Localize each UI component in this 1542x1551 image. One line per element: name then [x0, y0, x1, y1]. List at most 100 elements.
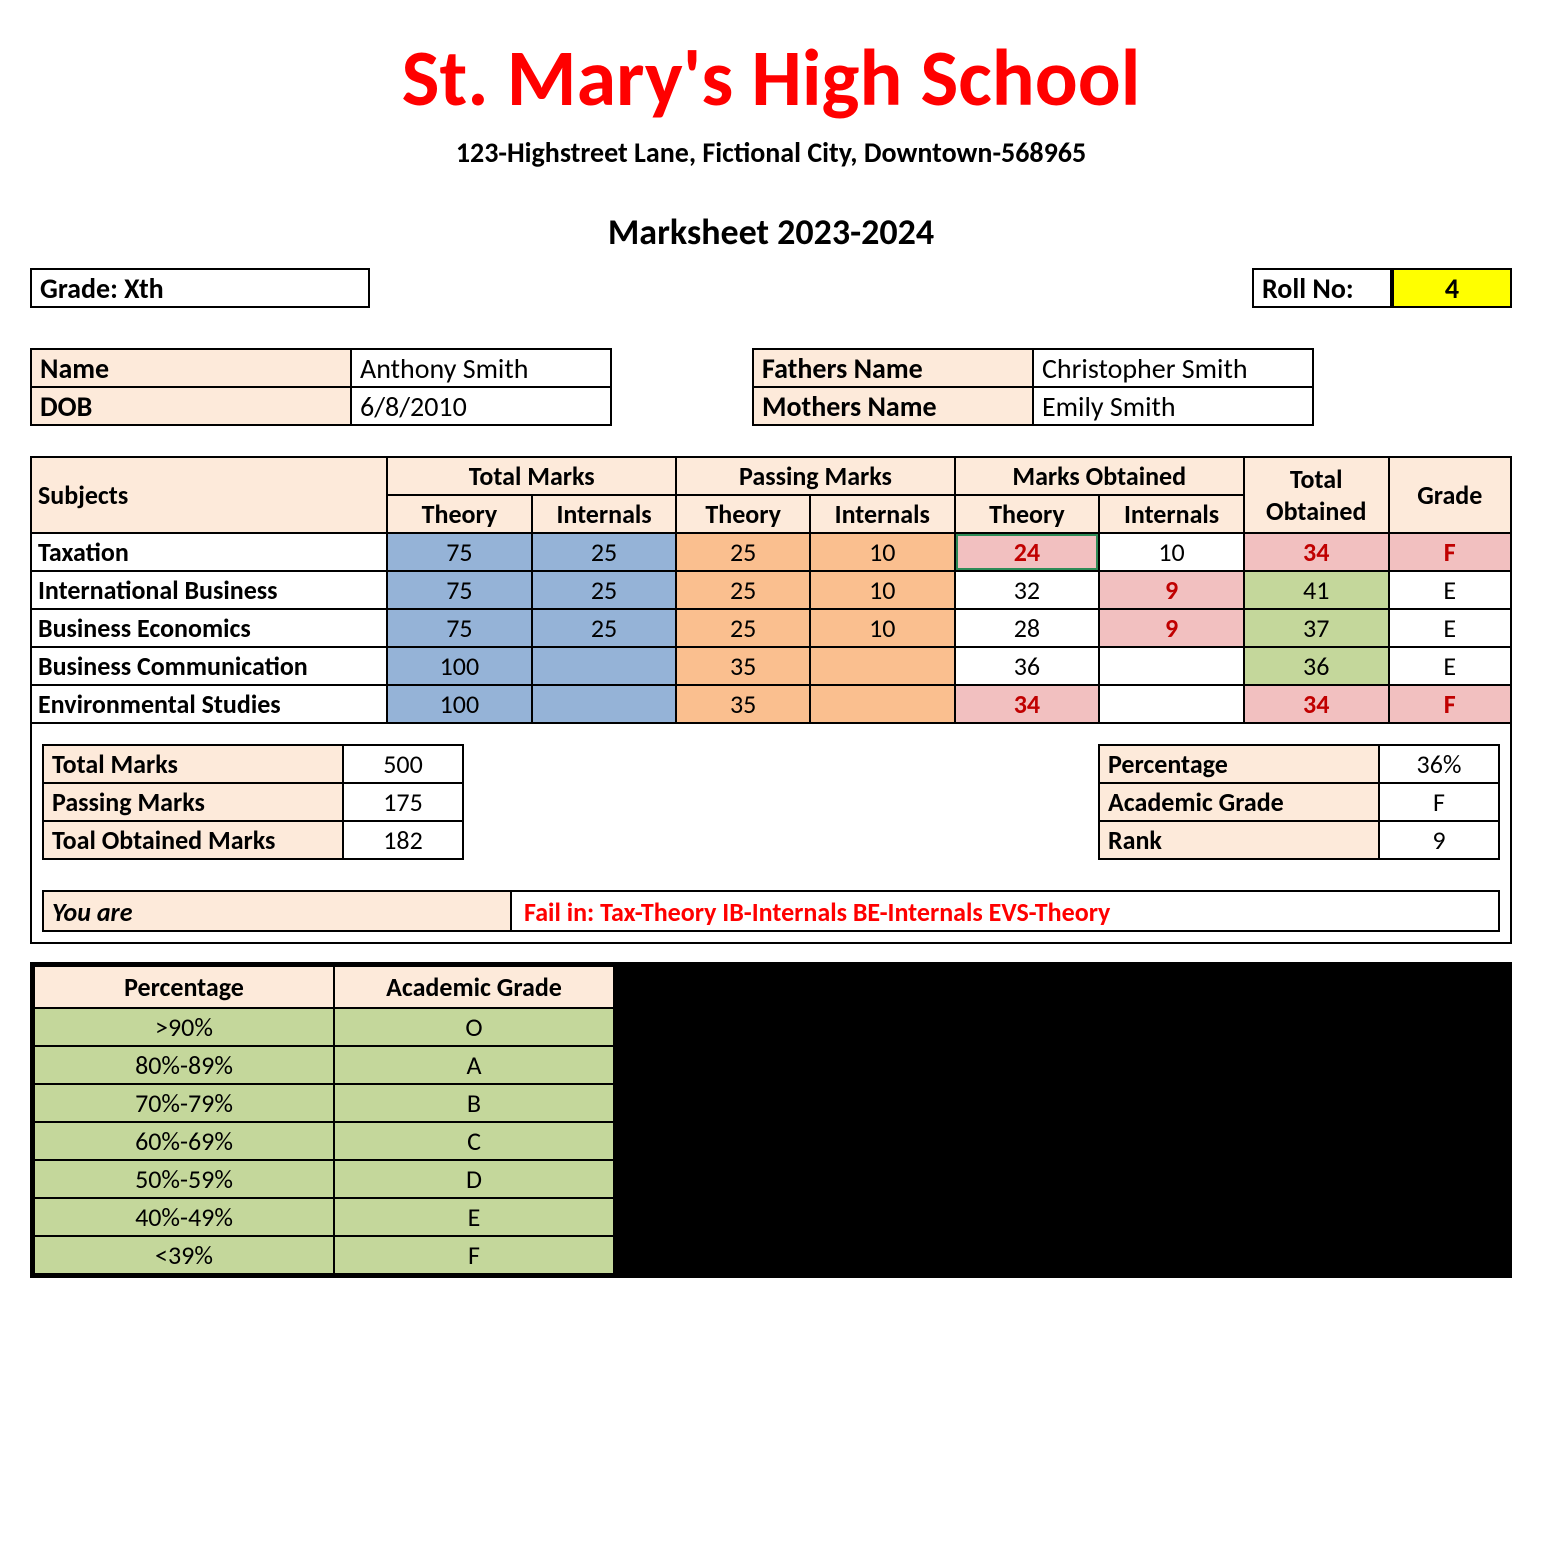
table-row: Environmental Studies100353434F	[31, 685, 1511, 723]
grade: F	[1389, 685, 1511, 723]
grade-legend-table: Percentage Academic Grade >90%O80%-89%A7…	[33, 965, 615, 1275]
col-passing-marks: Passing Marks	[676, 457, 954, 495]
passing-marks-value: 175	[343, 783, 463, 821]
mo-internals: 9	[1099, 571, 1244, 609]
legend-row: 40%-49%E	[34, 1198, 614, 1236]
pm-internals	[810, 685, 955, 723]
percentage-label: Percentage	[1099, 745, 1379, 783]
legend-pct: >90%	[34, 1008, 334, 1046]
roll-label: Roll No:	[1252, 268, 1392, 308]
table-row: Business Communication100353636E	[31, 647, 1511, 685]
table-row: Taxation75252510241034F	[31, 533, 1511, 571]
total-obtained: 36	[1244, 647, 1389, 685]
legend-col-percentage: Percentage	[34, 966, 334, 1008]
mo-internals: 10	[1099, 533, 1244, 571]
mo-theory: 34	[955, 685, 1100, 723]
total-marks-value: 500	[343, 745, 463, 783]
roll-box: Roll No: 4	[1252, 268, 1512, 308]
tm-theory: 100	[387, 647, 532, 685]
table-row: International Business7525251032941E	[31, 571, 1511, 609]
legend-pct: 70%-79%	[34, 1084, 334, 1122]
pm-theory: 25	[676, 533, 810, 571]
father-label: Fathers Name	[753, 349, 1033, 387]
rank-value: 9	[1379, 821, 1499, 859]
col-mo-theory: Theory	[955, 495, 1100, 533]
mo-internals	[1099, 685, 1244, 723]
legend-row: <39%F	[34, 1236, 614, 1274]
legend-pct: 80%-89%	[34, 1046, 334, 1084]
pm-internals: 10	[810, 533, 955, 571]
mother-value: Emily Smith	[1033, 387, 1313, 425]
tm-internals: 25	[532, 571, 677, 609]
mo-internals: 9	[1099, 609, 1244, 647]
total-obtained: 34	[1244, 685, 1389, 723]
mother-label: Mothers Name	[753, 387, 1033, 425]
marksheet-title: Marksheet 2023-2024	[30, 210, 1512, 254]
pm-internals: 10	[810, 609, 955, 647]
tm-theory: 75	[387, 571, 532, 609]
student-info-right: Fathers Name Christopher Smith Mothers N…	[752, 348, 1314, 426]
legend-row: >90%O	[34, 1008, 614, 1046]
pm-internals	[810, 647, 955, 685]
dob-value: 6/8/2010	[351, 387, 611, 425]
legend-row: 70%-79%B	[34, 1084, 614, 1122]
obtained-value: 182	[343, 821, 463, 859]
mo-theory: 36	[955, 647, 1100, 685]
legend-row: 60%-69%C	[34, 1122, 614, 1160]
youare-value: Fail in: Tax-Theory IB-Internals BE-Inte…	[512, 890, 1500, 932]
legend-grade: D	[334, 1160, 614, 1198]
legend-grade: A	[334, 1046, 614, 1084]
legend-pct: <39%	[34, 1236, 334, 1274]
roll-value: 4	[1392, 268, 1512, 308]
mo-internals	[1099, 647, 1244, 685]
col-pm-theory: Theory	[676, 495, 810, 533]
school-address: 123-Highstreet Lane, Fictional City, Dow…	[30, 135, 1512, 170]
tm-internals: 25	[532, 609, 677, 647]
passing-marks-label: Passing Marks	[43, 783, 343, 821]
subject-name: Taxation	[31, 533, 387, 571]
subject-name: International Business	[31, 571, 387, 609]
academic-grade-label: Academic Grade	[1099, 783, 1379, 821]
col-pm-internals: Internals	[810, 495, 955, 533]
rank-label: Rank	[1099, 821, 1379, 859]
legend-grade: F	[334, 1236, 614, 1274]
legend-grade: C	[334, 1122, 614, 1160]
name-value: Anthony Smith	[351, 349, 611, 387]
total-marks-label: Total Marks	[43, 745, 343, 783]
student-info-left: Name Anthony Smith DOB 6/8/2010	[30, 348, 612, 426]
father-value: Christopher Smith	[1033, 349, 1313, 387]
tm-theory: 75	[387, 533, 532, 571]
tm-theory: 75	[387, 609, 532, 647]
marks-table: Subjects Total Marks Passing Marks Marks…	[30, 456, 1512, 724]
grade: F	[1389, 533, 1511, 571]
legend-pct: 40%-49%	[34, 1198, 334, 1236]
dob-label: DOB	[31, 387, 351, 425]
total-obtained: 41	[1244, 571, 1389, 609]
youare-label: You are	[42, 890, 512, 932]
grade: E	[1389, 571, 1511, 609]
col-total-obtained: Total Obtained	[1244, 457, 1389, 533]
col-grade: Grade	[1389, 457, 1511, 533]
tm-internals	[532, 647, 677, 685]
name-label: Name	[31, 349, 351, 387]
legend-pct: 50%-59%	[34, 1160, 334, 1198]
mo-theory: 28	[955, 609, 1100, 647]
mo-theory: 24	[955, 533, 1100, 571]
legend-grade: O	[334, 1008, 614, 1046]
legend-pct: 60%-69%	[34, 1122, 334, 1160]
tm-internals: 25	[532, 533, 677, 571]
pm-theory: 25	[676, 571, 810, 609]
pm-theory: 35	[676, 647, 810, 685]
subject-name: Environmental Studies	[31, 685, 387, 723]
subject-name: Business Communication	[31, 647, 387, 685]
table-row: Business Economics7525251028937E	[31, 609, 1511, 647]
grade: E	[1389, 647, 1511, 685]
col-tm-theory: Theory	[387, 495, 532, 533]
col-tm-internals: Internals	[532, 495, 677, 533]
total-obtained: 37	[1244, 609, 1389, 647]
grade-box: Grade: Xth	[30, 268, 370, 308]
summary-right: Percentage 36% Academic Grade F Rank 9	[1098, 744, 1500, 860]
mo-theory: 32	[955, 571, 1100, 609]
legend-row: 80%-89%A	[34, 1046, 614, 1084]
legend-row: 50%-59%D	[34, 1160, 614, 1198]
